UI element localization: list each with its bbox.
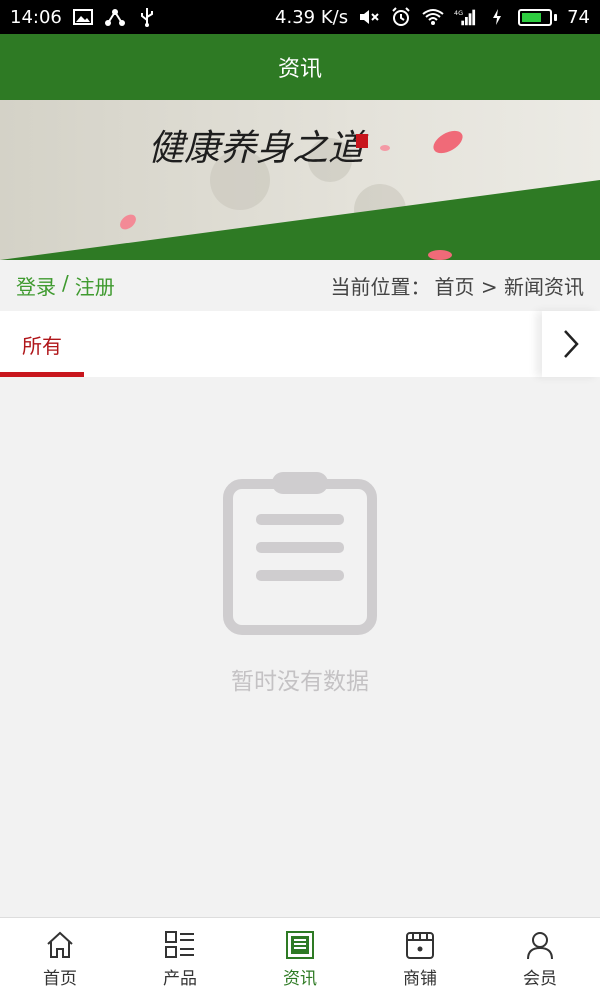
nav-item-member[interactable]: 会员 [480, 918, 600, 1000]
nav-item-home[interactable]: 首页 [0, 918, 120, 1000]
alarm-icon [390, 7, 412, 26]
status-right: 4.39 K/s 4G 74 [275, 7, 590, 28]
clipboard-icon [223, 472, 377, 635]
nav-item-news[interactable]: 资讯 [240, 918, 360, 1000]
nav-label-news: 资讯 [283, 968, 317, 989]
network-type: 4G [454, 9, 463, 17]
banner-calligraphy: 健康养身之道 [148, 128, 369, 169]
charging-icon [486, 8, 508, 26]
product-grid-icon [165, 930, 194, 958]
mute-icon [358, 8, 380, 26]
tabs-more-button[interactable] [542, 311, 600, 377]
banner-image: 健康养身之道 [0, 100, 600, 260]
signal-icon: 4G [454, 8, 476, 26]
location-path[interactable]: 首页 > 新闻资讯 [435, 271, 584, 300]
nav-item-stores[interactable]: 商铺 [360, 918, 480, 1000]
app-header: 资讯 [0, 34, 600, 100]
network-speed: 4.39 K/s [275, 6, 349, 28]
empty-state: 暂时没有数据 [0, 377, 600, 917]
chevron-right-icon [564, 330, 579, 358]
bottom-nav: 首页 产品 资讯 商铺 会员 [0, 917, 600, 1000]
nav-label-home: 首页 [43, 968, 77, 989]
nav-item-products[interactable]: 产品 [120, 918, 240, 1000]
breadcrumb: 当前位置： 首页 > 新闻资讯 [331, 271, 584, 300]
user-icon [527, 931, 553, 959]
category-tabs: 所有 [0, 311, 600, 377]
tab-all-label: 所有 [22, 333, 62, 358]
image-notification-icon [72, 8, 94, 26]
nav-label-stores: 商铺 [403, 968, 437, 989]
status-bar: 14:06 4.39 K/s 4G 74 [0, 0, 600, 34]
status-time: 14:06 [10, 6, 62, 28]
nav-label-member: 会员 [523, 968, 557, 989]
register-link[interactable]: 注册 [75, 271, 115, 300]
auth-links: 登录 / 注册 [16, 271, 115, 300]
share-network-icon [104, 8, 126, 26]
page-title: 资讯 [277, 57, 322, 82]
wifi-icon [422, 8, 444, 26]
location-label: 当前位置： [330, 274, 431, 299]
home-icon [47, 931, 73, 958]
battery-level: 74 [567, 6, 590, 28]
breadcrumb-row: 登录 / 注册 当前位置： 首页 > 新闻资讯 [0, 260, 600, 310]
nav-label-products: 产品 [163, 968, 197, 989]
usb-icon [136, 8, 158, 27]
auth-separator: / [62, 270, 69, 295]
login-link[interactable]: 登录 [16, 271, 56, 300]
tab-all[interactable]: 所有 [0, 311, 84, 377]
empty-message: 暂时没有数据 [231, 669, 369, 695]
status-left: 14:06 [10, 7, 158, 28]
battery-icon [518, 8, 558, 26]
news-icon [286, 930, 314, 959]
store-icon [406, 931, 434, 959]
